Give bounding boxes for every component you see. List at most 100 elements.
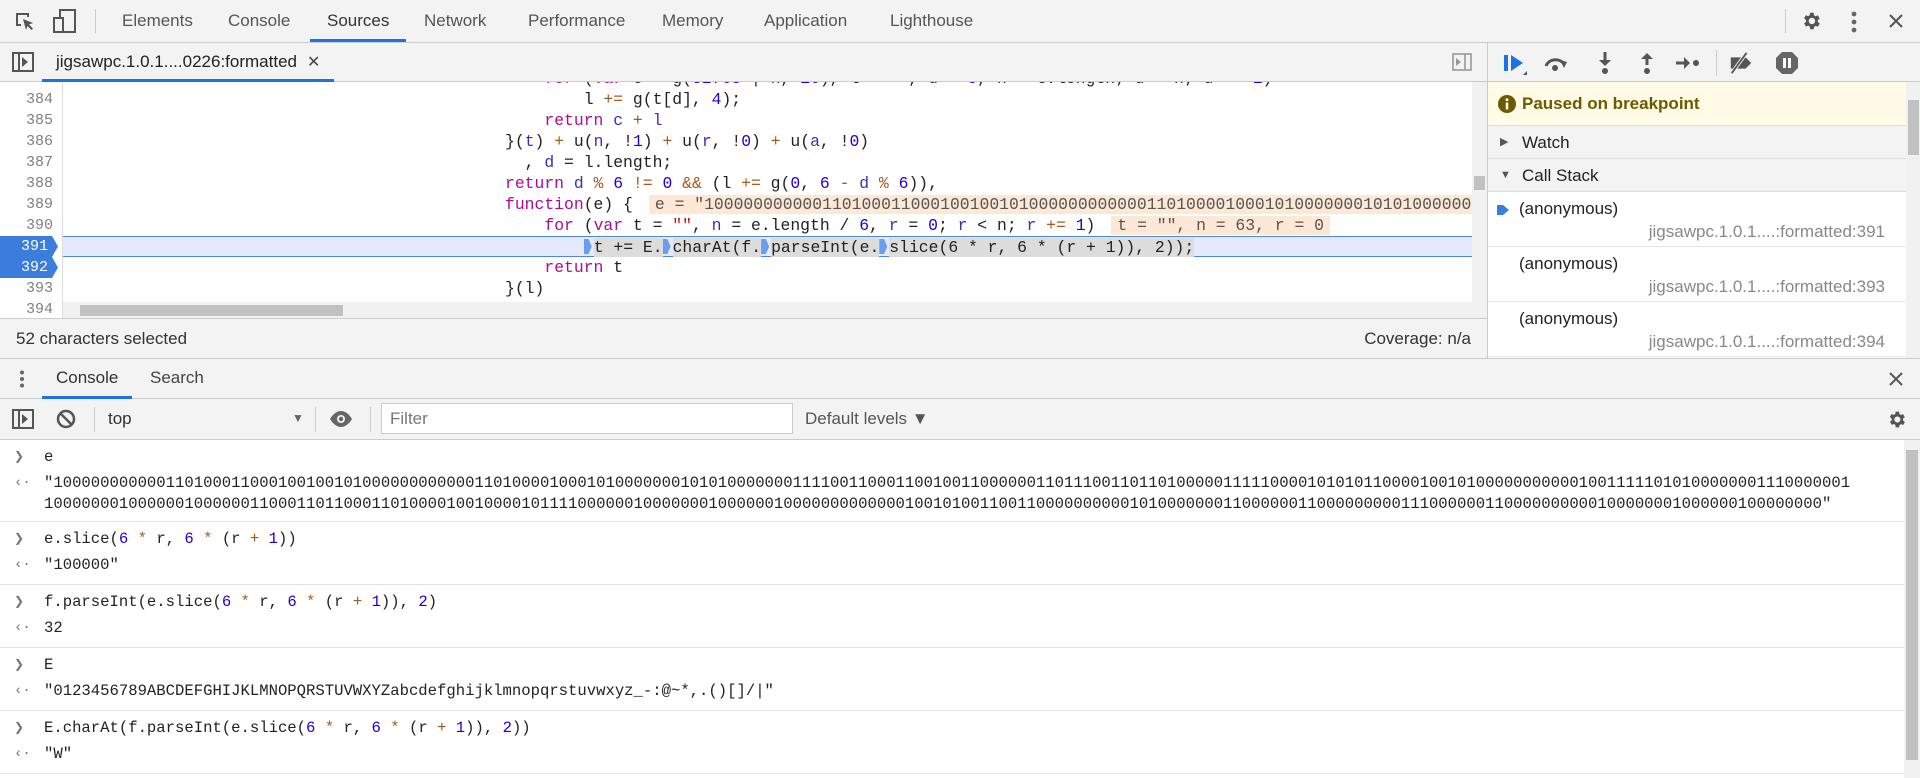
file-tab[interactable]: jigsawpc.1.0.1....0226:formatted ✕ — [42, 43, 335, 82]
call-stack-section-header[interactable]: ▼ Call Stack — [1488, 159, 1906, 192]
result-arrow-icon: ‹· — [14, 746, 31, 762]
log-levels-dropdown[interactable]: Default levels ▼ — [805, 409, 929, 429]
tab-network[interactable]: Network — [424, 0, 486, 42]
live-expression-eye-icon[interactable] — [329, 410, 353, 428]
line-number[interactable]: 383 — [0, 82, 63, 89]
code-token: )) — [511, 719, 531, 737]
tab-memory[interactable]: Memory — [662, 0, 723, 42]
pause-on-exceptions-icon[interactable] — [1774, 51, 1800, 75]
console-settings-gear-icon[interactable] — [1886, 409, 1907, 430]
line-number[interactable]: 394 — [0, 299, 63, 318]
scrollbar-thumb[interactable] — [1906, 450, 1918, 760]
tab-console[interactable]: Console — [228, 0, 290, 42]
frame-location[interactable]: jigsawpc.1.0.1....:formatted:393 — [1649, 277, 1885, 297]
line-number[interactable]: 390 — [0, 215, 63, 236]
scrollbar-thumb[interactable] — [1908, 100, 1919, 155]
code-token: + — [770, 132, 781, 151]
code-token: n — [593, 132, 604, 151]
frame-location[interactable]: jigsawpc.1.0.1....:formatted:394 — [1649, 332, 1885, 352]
watch-section-header[interactable]: ▶ Watch — [1488, 126, 1906, 159]
line-number[interactable]: 389 — [0, 194, 63, 215]
call-frame[interactable]: (anonymous) jigsawpc.1.0.1....:formatted:… — [1488, 302, 1906, 357]
code-editor[interactable]: 383384385386387388389390391392393394 for… — [0, 82, 1472, 318]
call-frame[interactable]: (anonymous) jigsawpc.1.0.1....:formatted:… — [1488, 192, 1906, 247]
inline-value: t = "", n = 63, r = 0 — [1111, 216, 1330, 235]
code-token: && — [672, 174, 712, 193]
toggle-debugger-icon[interactable] — [1452, 53, 1472, 71]
line-number[interactable]: 386 — [0, 131, 63, 152]
execution-marker-icon[interactable] — [879, 239, 888, 254]
tab-sources[interactable]: Sources — [310, 0, 407, 42]
step-over-icon[interactable] — [1543, 51, 1569, 75]
code-token: ) — [642, 132, 663, 151]
step-out-icon[interactable] — [1634, 51, 1660, 75]
line-number[interactable]: 385 — [0, 110, 63, 131]
code-token: 6 — [306, 719, 316, 737]
line-number[interactable]: 393 — [0, 278, 63, 299]
tab-lighthouse[interactable]: Lighthouse — [890, 0, 973, 42]
toggle-console-sidebar-icon[interactable] — [12, 409, 34, 429]
line-number[interactable]: 384 — [0, 89, 63, 110]
code-token: 1 — [455, 719, 466, 737]
device-toolbar-icon[interactable] — [53, 9, 77, 34]
code-token: n — [711, 216, 722, 235]
drawer-menu-icon[interactable] — [19, 370, 25, 388]
step-into-icon[interactable] — [1592, 51, 1618, 75]
line-number[interactable]: 388 — [0, 173, 63, 194]
code-token: 4 — [711, 90, 722, 109]
tab-performance[interactable]: Performance — [528, 0, 625, 42]
resume-icon[interactable] — [1502, 51, 1528, 75]
breakpoint-line-number[interactable]: 392 — [0, 257, 58, 278]
console-messages[interactable]: ❯ e ‹· "10000000000011010001100010010010100… — [0, 440, 1904, 778]
execution-marker-icon[interactable] — [662, 239, 671, 254]
settings-gear-icon[interactable] — [1800, 10, 1822, 32]
call-frame[interactable]: (anonymous) jigsawpc.1.0.1....:formatted:… — [1488, 247, 1906, 302]
tab-application[interactable]: Application — [764, 0, 847, 42]
scrollbar-thumb[interactable] — [1474, 176, 1485, 190]
toggle-navigator-icon[interactable] — [12, 52, 34, 72]
close-drawer-icon[interactable] — [1888, 371, 1904, 387]
step-icon[interactable] — [1675, 51, 1701, 75]
sidebar-scrollbar[interactable] — [1906, 82, 1920, 358]
code-token: r, — [259, 593, 288, 611]
coverage-status[interactable]: Coverage: n/a — [1364, 319, 1471, 359]
execution-marker-icon[interactable] — [761, 239, 770, 254]
breakpoint-line-number[interactable]: 391 — [0, 236, 58, 257]
code-token: 0 — [967, 82, 977, 88]
execution-marker-icon[interactable] — [583, 239, 592, 254]
line-number[interactable]: 387 — [0, 152, 63, 173]
editor-vertical-scrollbar[interactable] — [1472, 82, 1487, 318]
input-prompt-icon: ❯ — [14, 595, 25, 609]
console-scrollbar[interactable] — [1904, 440, 1920, 778]
scrollbar-thumb[interactable] — [80, 305, 343, 316]
divider — [1785, 9, 1786, 33]
code-token: * — [296, 593, 325, 611]
code-token: 16 — [800, 82, 820, 88]
execution-line: t += E. charAt(f. parseInt(e. slice(6 * r, … — [63, 236, 1472, 257]
frame-name: (anonymous) — [1519, 254, 1619, 273]
close-devtools-icon[interactable] — [1888, 13, 1904, 29]
more-options-icon[interactable] — [1850, 11, 1858, 33]
code-token: )) — [277, 530, 297, 548]
code-token: t += E. — [593, 238, 663, 257]
code-token: 2 — [502, 719, 512, 737]
line-number-gutter[interactable]: 383384385386387388389390391392393394 — [0, 82, 63, 318]
editor-horizontal-scrollbar[interactable] — [63, 302, 1472, 318]
tab-elements[interactable]: Elements — [122, 0, 193, 42]
drawer-tab-search[interactable]: Search — [150, 359, 204, 399]
drawer-tab-console[interactable]: Console — [42, 359, 133, 399]
console-result: ‹· "1000000000001101000110001001001010000… — [0, 470, 1904, 515]
code-token: r — [888, 216, 899, 235]
inspect-element-icon[interactable] — [14, 11, 36, 33]
frame-location[interactable]: jigsawpc.1.0.1....:formatted:391 — [1649, 222, 1885, 242]
result-value: "W" — [44, 745, 73, 763]
frame-name: (anonymous) — [1519, 199, 1619, 218]
console-filter-input[interactable] — [381, 403, 793, 434]
context-selector[interactable]: top ▼ — [100, 403, 308, 436]
deactivate-breakpoints-icon[interactable] — [1728, 51, 1754, 75]
close-tab-icon[interactable]: ✕ — [307, 54, 320, 71]
console-entry: ❯ e ‹· "10000000000011010001100010010010100… — [0, 440, 1904, 522]
expand-triangle-icon: ▶ — [1500, 136, 1509, 148]
clear-console-icon[interactable] — [56, 409, 76, 429]
